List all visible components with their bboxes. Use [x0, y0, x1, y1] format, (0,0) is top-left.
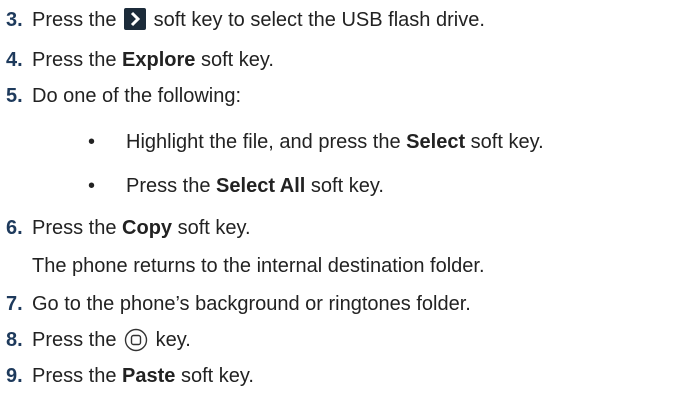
softkey-name: Copy: [122, 217, 173, 239]
step-text-pre: Press the: [32, 9, 117, 31]
step-number: 4.: [6, 49, 23, 71]
bullet-text-post: soft key.: [470, 131, 544, 153]
step-text: Go to the phone’s background or ringtone…: [32, 293, 471, 315]
step-number: 6.: [6, 217, 23, 239]
step-text-post: soft key to select the USB flash drive.: [153, 9, 485, 31]
step-text-pre: Press the: [32, 329, 117, 351]
softkey-name: Explore: [122, 49, 196, 71]
step-number: 3.: [6, 9, 23, 31]
home-square-key-icon: [124, 328, 148, 352]
step-number: 7.: [6, 293, 23, 315]
bullet-text-pre: Press the: [126, 175, 211, 197]
bullet-text-pre: Highlight the file, and press the: [126, 131, 401, 153]
step-number: 9.: [6, 365, 23, 387]
step-number: 5.: [6, 85, 23, 107]
softkey-name: Paste: [122, 365, 176, 387]
bullet-symbol: •: [88, 175, 96, 197]
softkey-name: Select All: [216, 175, 306, 197]
step-text-post: key.: [155, 329, 191, 351]
step-text: Press the key.: [32, 326, 191, 354]
step-text: Press the soft key to select the USB fla…: [32, 6, 485, 34]
step-text-post: soft key.: [200, 49, 274, 71]
step-text: Press the Explore soft key.: [32, 46, 274, 74]
bullet-text: Highlight the file, and press the Select…: [126, 128, 544, 156]
step-text-post: soft key.: [180, 365, 254, 387]
bullet-text-post: soft key.: [310, 175, 384, 197]
step-text-pre: Press the: [32, 365, 117, 387]
step-note-text: The phone returns to the internal destin…: [32, 255, 485, 277]
right-arrow-softkey-icon: [124, 8, 147, 30]
step-number: 8.: [6, 329, 23, 351]
step-text: Press the Copy soft key.: [32, 214, 251, 242]
step-text: Do one of the following:: [32, 85, 242, 107]
bullet-text: Press the Select All soft key.: [126, 172, 384, 200]
step-text: Press the Paste soft key.: [32, 362, 254, 390]
step-text-pre: Press the: [32, 217, 117, 239]
step-text-pre: Press the: [32, 49, 117, 71]
step-text-post: soft key.: [177, 217, 251, 239]
bullet-symbol: •: [88, 131, 96, 153]
softkey-name: Select: [406, 131, 466, 153]
